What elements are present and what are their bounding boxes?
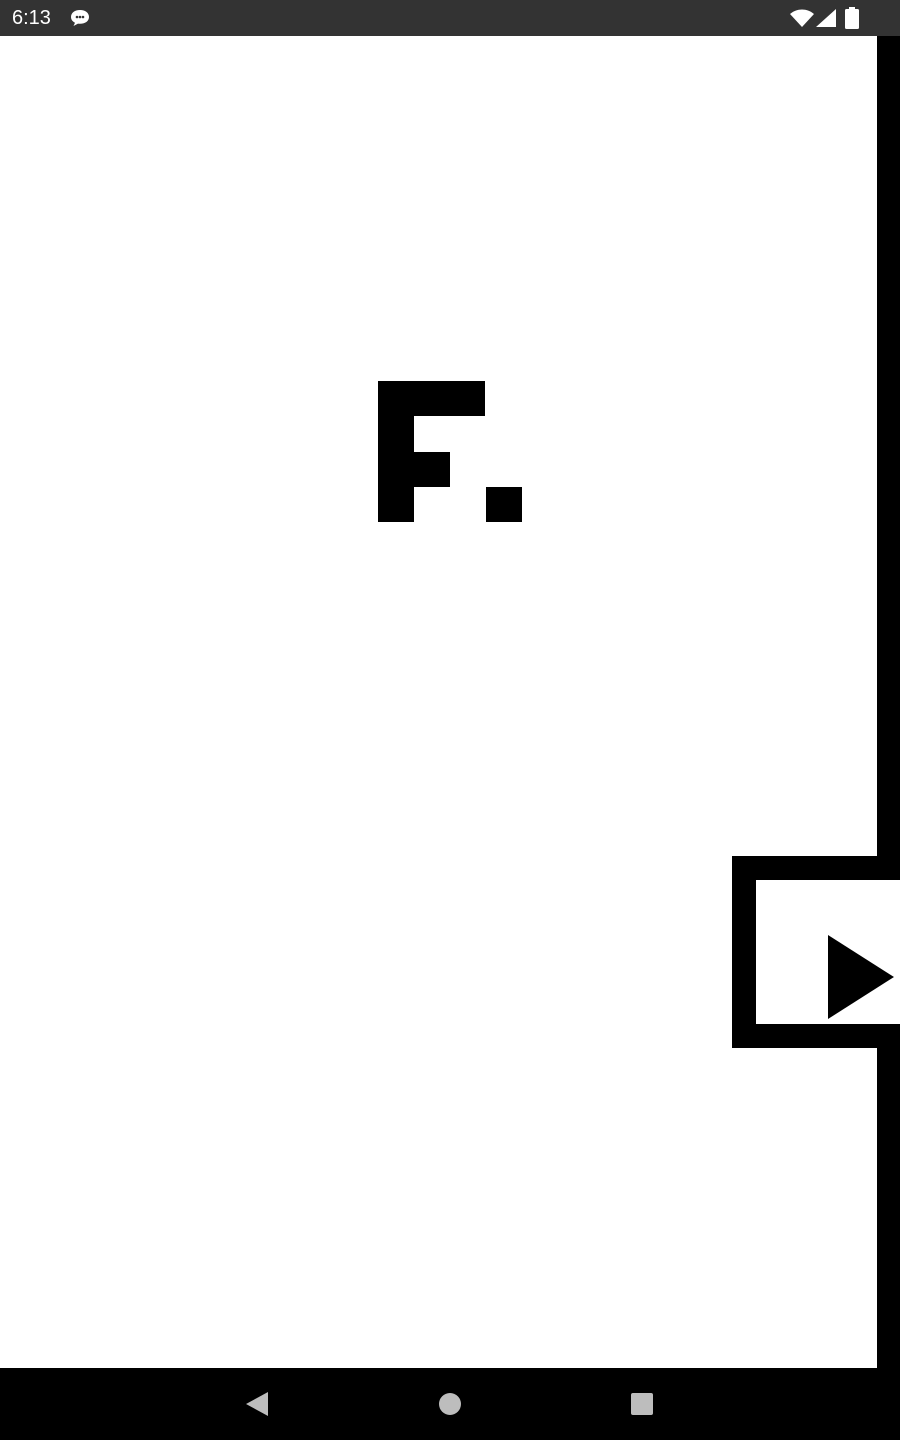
next-button-face[interactable] <box>756 880 900 1024</box>
navigation-bar <box>0 1368 900 1440</box>
pixel-f-logo-icon <box>378 381 522 522</box>
home-circle-icon[interactable] <box>436 1390 464 1418</box>
battery-icon <box>845 7 859 29</box>
message-bubble-icon <box>71 10 89 26</box>
play-triangle-icon[interactable] <box>828 935 894 1019</box>
app-screen <box>0 36 900 1368</box>
status-time: 6:13 <box>12 7 51 29</box>
next-button[interactable] <box>732 856 900 1048</box>
cell-signal-icon <box>816 9 836 27</box>
recents-square-icon[interactable] <box>628 1390 656 1418</box>
status-bar: 6:13 <box>0 0 900 36</box>
right-edge-rail <box>877 36 900 1368</box>
back-triangle-icon[interactable] <box>242 1390 270 1418</box>
wifi-icon <box>790 9 814 27</box>
